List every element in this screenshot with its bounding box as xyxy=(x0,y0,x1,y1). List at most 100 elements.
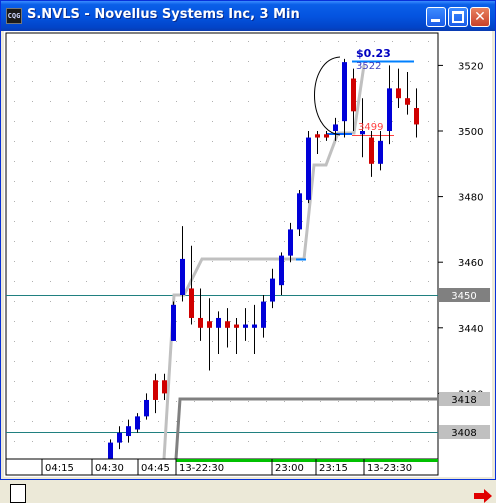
grid-dot xyxy=(392,361,393,362)
grid-dot xyxy=(158,81,159,82)
grid-dot xyxy=(302,401,303,402)
change-label: $0.23 xyxy=(356,47,391,60)
grid-dot xyxy=(32,401,33,402)
grid-dot xyxy=(176,41,177,42)
grid-dot xyxy=(68,341,69,342)
grid-dot xyxy=(302,421,303,422)
grid-dot xyxy=(140,181,141,182)
grid-dot xyxy=(392,301,393,302)
grid-dot xyxy=(104,281,105,282)
close-button[interactable]: ✕ xyxy=(470,7,490,27)
candle-body[interactable] xyxy=(279,255,284,286)
plot-area[interactable] xyxy=(5,32,439,460)
grid-dot xyxy=(104,61,105,62)
price-axis[interactable]: 352035003480346034403420 xyxy=(438,61,483,400)
price-chart[interactable]: $0.23 3522 3499 352035003480346034403420… xyxy=(4,31,492,477)
candle-body[interactable] xyxy=(126,426,131,437)
time-axis[interactable]: 04:15 04:30 04:45 13-22:30 23:00 23:15 13-23:3… xyxy=(5,458,439,476)
candle-body[interactable] xyxy=(369,137,374,164)
candle-body[interactable] xyxy=(324,134,329,138)
grid-dot xyxy=(284,201,285,202)
grid-dot xyxy=(158,421,159,422)
grid-dot xyxy=(212,321,213,322)
grid-dot xyxy=(50,221,51,222)
candle-body[interactable] xyxy=(351,78,356,112)
grid-dot xyxy=(176,401,177,402)
candle-body[interactable] xyxy=(243,324,248,328)
grid-dot xyxy=(194,81,195,82)
candle-body[interactable] xyxy=(306,137,311,200)
price-highlight-3408: 3408 xyxy=(439,425,490,439)
grid-dot xyxy=(104,41,105,42)
grid-dot xyxy=(392,101,393,102)
candle-body[interactable] xyxy=(207,321,212,328)
candle-body[interactable] xyxy=(333,124,338,131)
candle-body[interactable] xyxy=(189,288,194,318)
grid-dot xyxy=(32,121,33,122)
candle-body[interactable] xyxy=(270,278,275,302)
grid-dot xyxy=(176,181,177,182)
candle-body[interactable] xyxy=(180,258,185,295)
grid-dot xyxy=(50,261,51,262)
grid-dot xyxy=(140,301,141,302)
grid-dot xyxy=(176,241,177,242)
grid-dot xyxy=(104,221,105,222)
grid-dot xyxy=(32,281,33,282)
grid-dot xyxy=(68,81,69,82)
candle-body[interactable] xyxy=(117,432,122,443)
candle-body[interactable] xyxy=(261,301,266,328)
candle-body[interactable] xyxy=(252,324,257,328)
candle-body[interactable] xyxy=(144,399,149,417)
scroll-right-arrow-icon[interactable] xyxy=(474,489,492,503)
grid-dot xyxy=(356,221,357,222)
grid-dot xyxy=(428,281,429,282)
candle-body[interactable] xyxy=(234,324,239,328)
candle-body[interactable] xyxy=(387,88,392,131)
candle-body[interactable] xyxy=(225,321,230,328)
grid-dot xyxy=(410,141,411,142)
grid-dot xyxy=(212,201,213,202)
grid-dot xyxy=(176,101,177,102)
grid-dot xyxy=(284,61,285,62)
scroll-toggle-box[interactable] xyxy=(10,484,26,503)
candle-body[interactable] xyxy=(108,442,113,459)
candle-body[interactable] xyxy=(153,380,158,400)
candle-body[interactable] xyxy=(414,108,419,125)
grid-dot xyxy=(320,61,321,62)
grid-dot xyxy=(410,401,411,402)
candle-body[interactable] xyxy=(198,317,203,328)
grid-dot xyxy=(266,381,267,382)
maximize-button[interactable] xyxy=(448,7,468,27)
candle-body[interactable] xyxy=(342,62,347,122)
candle-body[interactable] xyxy=(171,304,176,341)
grid-dot xyxy=(86,41,87,42)
candle-body[interactable] xyxy=(216,317,221,328)
candle-body[interactable] xyxy=(162,380,167,394)
candle-body[interactable] xyxy=(288,229,293,256)
grid-dot xyxy=(302,241,303,242)
grid-dot xyxy=(356,341,357,342)
grid-dot xyxy=(374,81,375,82)
grid-dot xyxy=(158,441,159,442)
candle-body[interactable] xyxy=(378,140,383,164)
cqg-app-icon[interactable]: CQG xyxy=(6,8,22,24)
grid-dot xyxy=(212,61,213,62)
candle-body[interactable] xyxy=(315,134,320,138)
grid-dot xyxy=(50,41,51,42)
grid-dot xyxy=(50,281,51,282)
grid-dot xyxy=(140,161,141,162)
grid-dot xyxy=(428,441,429,442)
candle-body[interactable] xyxy=(135,416,140,430)
grid-dot xyxy=(302,61,303,62)
grid-dot xyxy=(302,441,303,442)
minimize-button[interactable] xyxy=(426,7,446,27)
grid-dot xyxy=(428,221,429,222)
candle-body[interactable] xyxy=(297,193,302,230)
candle-body[interactable] xyxy=(405,98,410,105)
candle-body[interactable] xyxy=(396,88,401,99)
grid-dot xyxy=(320,81,321,82)
grid-dot xyxy=(68,361,69,362)
chart-area[interactable]: $0.23 3522 3499 352035003480346034403420… xyxy=(4,31,492,503)
grid-dot xyxy=(140,361,141,362)
title-bar[interactable]: CQG S.NVLS - Novellus Systems Inc, 3 Min… xyxy=(1,1,495,31)
